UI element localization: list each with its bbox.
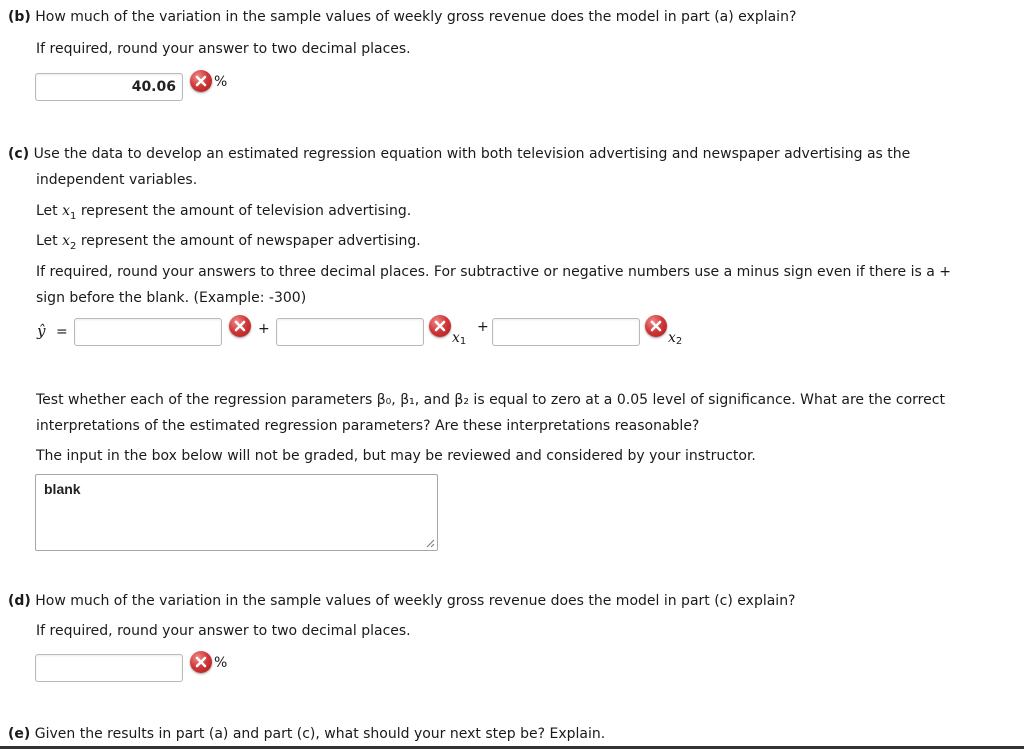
part-e-letter: (e) [8, 726, 31, 742]
part-b-answer-input[interactable]: 40.06 [35, 73, 183, 101]
part-e-question: (e) Given the results in part (a) and pa… [8, 725, 605, 743]
test-question-line2: interpretations of the estimated regress… [36, 418, 700, 434]
part-d-question-text: How much of the variation in the sample … [35, 593, 796, 609]
part-c-instruction-line2: sign before the blank. (Example: -300) [36, 290, 307, 306]
let-x1-sub: 1 [70, 211, 77, 222]
x2-var: x [668, 330, 676, 346]
b1-coefficient-input[interactable] [276, 318, 424, 346]
incorrect-x-icon [190, 70, 212, 92]
part-b-question: (b) How much of the variation in the sam… [8, 8, 796, 26]
plus-sign-1: + [258, 321, 270, 337]
part-b-letter: (b) [8, 9, 31, 25]
part-b-instruction: If required, round your answer to two de… [36, 41, 411, 57]
b0-intercept-input[interactable] [74, 318, 222, 346]
part-d-question: (d) How much of the variation in the sam… [8, 592, 796, 610]
interpretation-textarea[interactable]: blank [35, 474, 438, 551]
equals-sign: = [56, 324, 68, 340]
x1-label: x1 [452, 329, 466, 349]
y-hat-symbol: ŷ [37, 322, 46, 340]
part-c-question-line2: independent variables. [36, 172, 198, 188]
incorrect-x-icon [645, 315, 667, 337]
part-d-percent-unit: % [214, 655, 228, 671]
part-b-question-text: How much of the variation in the sample … [35, 9, 797, 25]
let-x1-text: represent the amount of television adver… [80, 203, 412, 219]
x2-sub: 2 [675, 336, 683, 347]
b2-coefficient-input[interactable] [492, 318, 640, 346]
resize-grip-icon[interactable] [426, 539, 435, 548]
part-d-letter: (d) [8, 593, 31, 609]
test-question-line1: Test whether each of the regression para… [36, 392, 945, 408]
part-d-answer-input[interactable] [35, 654, 183, 682]
let-x2-sub: 2 [70, 241, 77, 252]
incorrect-x-icon [429, 315, 451, 337]
part-e-question-text: Given the results in part (a) and part (… [34, 726, 606, 742]
x1-var: x [452, 330, 460, 346]
part-b-percent-unit: % [214, 74, 228, 90]
incorrect-x-icon [229, 315, 251, 337]
plus-sign-2: + [477, 319, 489, 335]
ungraded-note: The input in the box below will not be g… [36, 448, 756, 464]
textarea-content: blank [44, 481, 81, 497]
incorrect-x-icon [190, 651, 212, 673]
let-x2-var: x [62, 233, 71, 249]
let-x1-line: Let x1 represent the amount of televisio… [36, 202, 411, 222]
x1-sub: 1 [459, 336, 467, 347]
let-x2-line: Let x2 represent the amount of newspaper… [36, 232, 421, 252]
part-c-question: (c) Use the data to develop an estimated… [8, 145, 910, 163]
part-c-instruction-line1: If required, round your answers to three… [36, 264, 952, 280]
let-x1-var: x [62, 203, 71, 219]
part-c-letter: (c) [8, 146, 30, 162]
let-x1-prefix: Let [36, 203, 58, 219]
let-x2-prefix: Let [36, 233, 58, 249]
let-x2-text: represent the amount of newspaper advert… [80, 233, 421, 249]
part-d-instruction: If required, round your answer to two de… [36, 623, 411, 639]
x2-label: x2 [668, 329, 682, 349]
part-c-question-line1: Use the data to develop an estimated reg… [33, 146, 911, 162]
